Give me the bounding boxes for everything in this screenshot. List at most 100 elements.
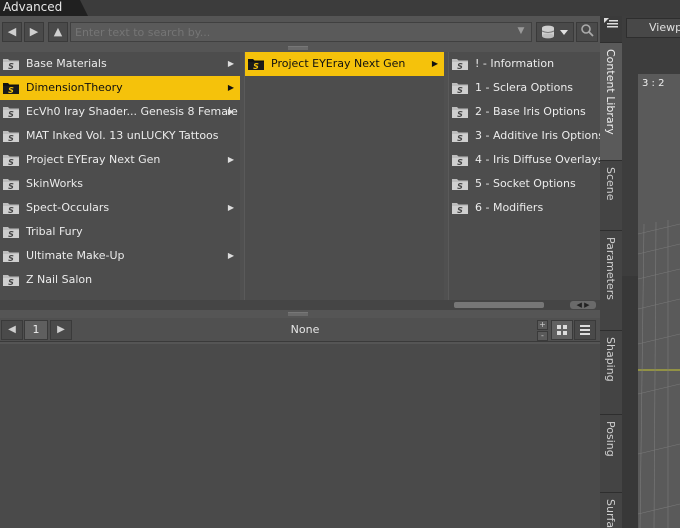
category-item[interactable]: S Spect-Occulars ▶ <box>0 196 240 220</box>
svg-text:S: S <box>8 206 14 215</box>
zoom-out-icon[interactable]: - <box>537 331 548 341</box>
mode-tab-advanced[interactable]: Advanced <box>0 0 88 16</box>
up-level-icon[interactable]: ▲ <box>48 22 68 42</box>
expand-arrow-icon: ▶ <box>227 203 234 212</box>
category-label: Project EYEray Next Gen <box>26 153 161 166</box>
top-bar: Advanced <box>0 0 680 16</box>
page-number[interactable]: 1 <box>24 320 48 340</box>
category-label: Z Nail Salon <box>26 273 93 286</box>
category-item[interactable]: S ! - Information <box>449 52 600 76</box>
category-item[interactable]: S 6 - Modifiers <box>449 196 600 220</box>
search-dropdown-icon[interactable]: ▼ <box>510 22 532 42</box>
category-label: Tribal Fury <box>26 225 83 238</box>
svg-text:S: S <box>8 110 14 119</box>
asset-content-area[interactable] <box>0 344 600 528</box>
expand-arrow-icon: ▶ <box>227 59 234 68</box>
aspect-ratio-label: 3 : 2 <box>642 78 665 89</box>
svg-text:S: S <box>457 182 463 191</box>
category-label: ! - Information <box>475 57 555 70</box>
pager-label: None <box>290 323 320 336</box>
svg-text:S: S <box>8 278 14 287</box>
category-label: 5 - Socket Options <box>475 177 576 190</box>
next-page-icon[interactable]: ▶ <box>50 320 72 340</box>
svg-text:S: S <box>457 62 463 71</box>
svg-text:S: S <box>457 134 463 143</box>
horizontal-scrollbar[interactable]: ◀ ▶ <box>0 300 600 310</box>
category-item[interactable]: S EcVh0 Iray Shader... Genesis 8 Female ▶ <box>0 100 240 124</box>
svg-text:S: S <box>253 62 259 71</box>
tab-surfaces[interactable]: Surfa <box>600 492 622 528</box>
pager-bar: ◀ 1 ▶ None + - <box>0 318 600 342</box>
category-item[interactable]: S DimensionTheory ▶ <box>0 76 240 100</box>
database-dropdown-button[interactable] <box>536 22 574 42</box>
tab-viewport[interactable]: Viewport <box>626 18 680 38</box>
scroll-arrows-icon[interactable]: ◀ ▶ <box>570 301 596 309</box>
list-view-icon[interactable] <box>574 320 596 340</box>
svg-text:S: S <box>8 86 14 95</box>
splitter-handle-middle[interactable] <box>288 312 308 316</box>
category-label: Project EYEray Next Gen <box>271 57 406 70</box>
category-item[interactable]: S Project EYEray Next Gen ▶ <box>245 52 444 76</box>
category-item[interactable]: S 5 - Socket Options <box>449 172 600 196</box>
tab-posing[interactable]: Posing <box>600 414 622 492</box>
category-label: EcVh0 Iray Shader... Genesis 8 Female <box>26 105 238 118</box>
tab-parameters[interactable]: Parameters <box>600 230 622 330</box>
category-column-1: S Base Materials ▶ S DimensionTheory ▶ S EcVh0 … <box>0 52 240 302</box>
category-label: DimensionTheory <box>26 81 123 94</box>
search-input[interactable] <box>70 22 532 42</box>
viewport-side-strip <box>622 276 638 528</box>
category-item[interactable]: S Base Materials ▶ <box>0 52 240 76</box>
tab-scene[interactable]: Scene <box>600 160 622 230</box>
category-label: Spect-Occulars <box>26 201 110 214</box>
svg-text:S: S <box>457 206 463 215</box>
svg-text:S: S <box>8 158 14 167</box>
category-item[interactable]: S SkinWorks <box>0 172 240 196</box>
svg-text:S: S <box>8 62 14 71</box>
category-item[interactable]: S 4 - Iris Diffuse Overlays <box>449 148 604 172</box>
category-item[interactable]: S Project EYEray Next Gen ▶ <box>0 148 240 172</box>
category-column-3: S ! - Information S 1 - Sclera Options S 2 - … <box>448 52 604 302</box>
expand-arrow-icon: ▶ <box>227 251 234 260</box>
pane-menu-icon[interactable] <box>604 18 618 30</box>
category-label: 3 - Additive Iris Options <box>475 129 604 142</box>
forward-arrow-icon[interactable]: ▶ <box>24 22 44 42</box>
svg-text:S: S <box>8 254 14 263</box>
category-item[interactable]: S MAT Inked Vol. 13 unLUCKY Tattoos <box>0 124 240 148</box>
svg-text:S: S <box>457 110 463 119</box>
grid-view-icon[interactable] <box>551 320 573 340</box>
content-library-panel: ◀ ▶ ▲ ▼ S Base Materials ▶ S DimensionTheory… <box>0 16 604 528</box>
scrollbar-thumb[interactable] <box>454 302 544 308</box>
content-toolbar: ◀ ▶ ▲ ▼ <box>0 20 600 44</box>
zoom-in-icon[interactable]: + <box>537 320 548 330</box>
svg-text:S: S <box>457 158 463 167</box>
category-item[interactable]: S 2 - Base Iris Options <box>449 100 600 124</box>
search-magnifier-icon[interactable] <box>576 22 598 42</box>
svg-text:S: S <box>457 86 463 95</box>
tab-shaping[interactable]: Shaping <box>600 330 622 414</box>
category-browser: S Base Materials ▶ S DimensionTheory ▶ S EcVh0 … <box>0 52 604 310</box>
svg-text:S: S <box>8 230 14 239</box>
expand-arrow-icon: ▶ <box>227 83 234 92</box>
expand-arrow-icon: ▶ <box>431 59 438 68</box>
tab-content-library[interactable]: Content Library <box>600 42 622 160</box>
category-label: Ultimate Make-Up <box>26 249 125 262</box>
category-label: Base Materials <box>26 57 107 70</box>
category-label: 6 - Modifiers <box>475 201 544 214</box>
category-item[interactable]: S Tribal Fury <box>0 220 240 244</box>
splitter-handle-top[interactable] <box>288 46 308 50</box>
category-label: 2 - Base Iris Options <box>475 105 586 118</box>
svg-text:S: S <box>8 134 14 143</box>
back-arrow-icon[interactable]: ◀ <box>2 22 22 42</box>
viewport-canvas[interactable] <box>638 74 680 528</box>
category-item[interactable]: S 1 - Sclera Options <box>449 76 600 100</box>
expand-arrow-icon: ▶ <box>227 107 234 116</box>
category-item[interactable]: S 3 - Additive Iris Options <box>449 124 604 148</box>
svg-text:S: S <box>8 182 14 191</box>
category-item[interactable]: S Z Nail Salon <box>0 268 240 292</box>
category-label: SkinWorks <box>26 177 83 190</box>
category-label: 4 - Iris Diffuse Overlays <box>475 153 604 166</box>
prev-page-icon[interactable]: ◀ <box>1 320 23 340</box>
viewport-pane: Viewport 3 : 2 <box>622 16 680 528</box>
expand-arrow-icon: ▶ <box>227 155 234 164</box>
category-item[interactable]: S Ultimate Make-Up ▶ <box>0 244 240 268</box>
